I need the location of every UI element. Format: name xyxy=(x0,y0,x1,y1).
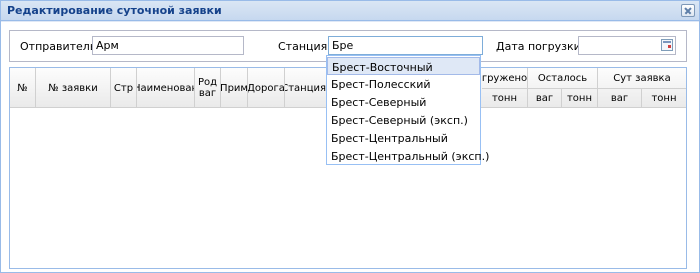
station-suggestions-dropdown: Брест-Восточный Брест-Полесский Брест-Се… xyxy=(326,55,489,165)
station-option[interactable]: Брест-Восточный xyxy=(327,57,480,75)
station-option[interactable]: Брест-Полесский xyxy=(327,75,480,93)
col-wagon-kind[interactable]: Род ваг xyxy=(195,68,221,108)
loading-date-label: Дата погрузки: xyxy=(496,40,585,53)
col-loaded-tons[interactable]: тонн xyxy=(482,88,528,108)
col-note[interactable]: Прим xyxy=(221,68,248,108)
col-remaining-tons[interactable]: тонн xyxy=(562,88,598,108)
col-group-daily: Сут заявка xyxy=(613,72,671,84)
col-daily-tons[interactable]: тонн xyxy=(642,88,686,108)
col-remaining-wagons[interactable]: ваг xyxy=(528,88,562,108)
col-group-loaded: гружено xyxy=(482,68,528,88)
col-order-num[interactable]: № заявки xyxy=(36,68,111,108)
station-option[interactable]: Брест-Северный (эксп.) xyxy=(327,111,480,129)
col-country[interactable]: Стр xyxy=(111,68,137,108)
station-label: Станция: xyxy=(278,40,331,53)
col-wagon-kind-line1: Род xyxy=(197,77,218,88)
col-daily-wagons[interactable]: ваг xyxy=(598,88,642,108)
sender-input[interactable]: Арм xyxy=(92,36,244,55)
col-road[interactable]: Дорога xyxy=(248,68,285,108)
calendar-icon[interactable] xyxy=(661,39,673,51)
col-group-remaining: Осталось xyxy=(528,68,598,88)
col-wagon-kind-line2: ваг xyxy=(198,88,217,99)
station-option[interactable]: Брест-Северный xyxy=(327,93,480,111)
station-option[interactable]: Брест-Центральный (эксп.) xyxy=(327,147,489,165)
close-icon[interactable] xyxy=(681,4,695,17)
window-title-bar[interactable]: Редактирование суточной заявки xyxy=(1,1,699,21)
station-option[interactable]: Брест-Центральный xyxy=(327,129,480,147)
window-title: Редактирование суточной заявки xyxy=(7,4,222,17)
col-name[interactable]: Наименован xyxy=(137,68,195,108)
station-input[interactable]: Бре xyxy=(328,36,483,55)
loading-date-input[interactable] xyxy=(578,36,676,55)
col-num[interactable]: № xyxy=(10,68,36,108)
sender-label: Отправитель: xyxy=(20,40,101,53)
